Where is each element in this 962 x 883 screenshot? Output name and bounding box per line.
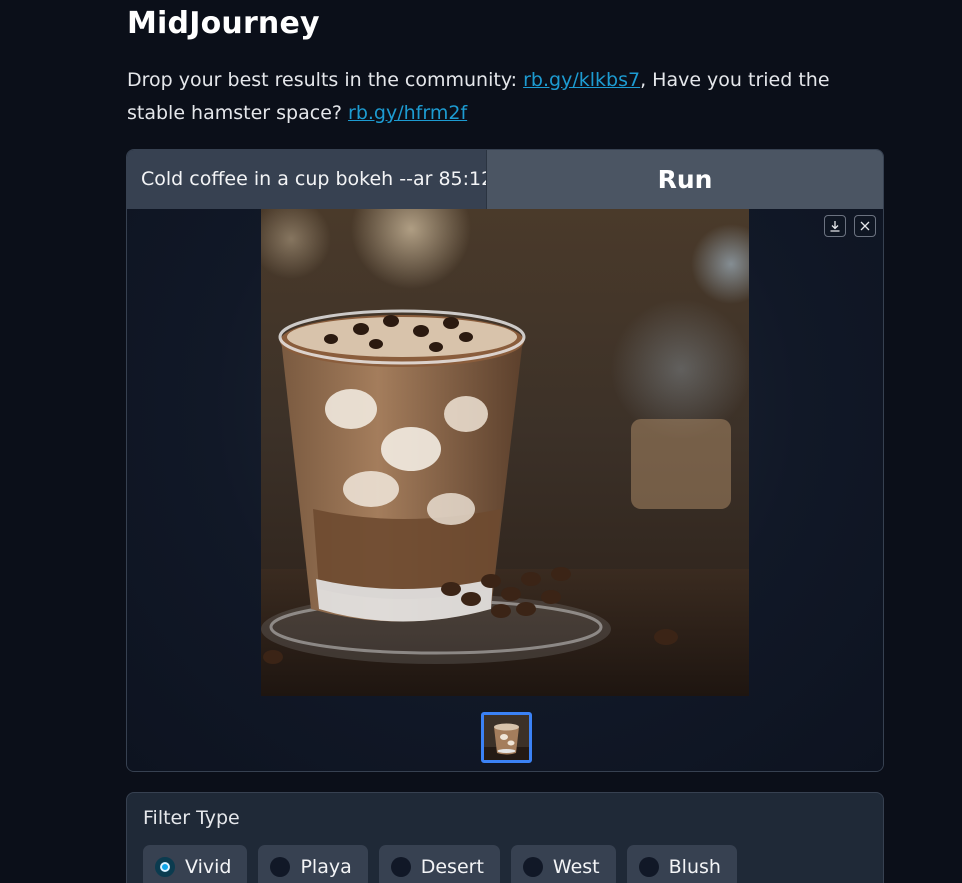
filter-option-label: Blush: [668, 856, 721, 878]
filter-option-playa[interactable]: Playa: [258, 845, 368, 883]
prompt-row: Cold coffee in a cup bokeh --ar 85:128 R…: [127, 150, 883, 209]
intro-text: Drop your best results in the community:…: [127, 64, 867, 130]
radio-icon: [390, 857, 411, 877]
filter-type-label: Filter Type: [143, 807, 240, 829]
filter-option-label: Vivid: [185, 856, 232, 878]
image-gallery: [127, 209, 883, 771]
filter-options: Vivid Playa Desert West Blush: [143, 845, 737, 883]
filter-panel: Filter Type Vivid Playa Desert West Blus…: [126, 792, 884, 883]
thumbnail-0[interactable]: [481, 712, 532, 763]
radio-icon: [638, 857, 659, 877]
close-icon[interactable]: [854, 215, 876, 237]
filter-option-vivid[interactable]: Vivid: [143, 845, 248, 883]
radio-selected-icon: [155, 857, 175, 877]
radio-icon: [270, 857, 291, 877]
filter-option-label: Playa: [300, 856, 352, 878]
filter-option-blush[interactable]: Blush: [626, 845, 737, 883]
radio-icon: [522, 857, 543, 877]
community-link[interactable]: rb.gy/klkbs7: [523, 69, 640, 91]
page-title: MidJourney: [127, 6, 320, 41]
filter-option-west[interactable]: West: [510, 845, 616, 883]
filter-option-label: Desert: [420, 856, 484, 878]
hamster-space-link[interactable]: rb.gy/hfrm2f: [348, 102, 467, 124]
run-button[interactable]: Run: [486, 150, 883, 209]
prompt-input[interactable]: Cold coffee in a cup bokeh --ar 85:128: [127, 150, 486, 209]
download-icon[interactable]: [824, 215, 846, 237]
intro-text-part-1: Drop your best results in the community:: [127, 69, 524, 91]
page: MidJourney Drop your best results in the…: [0, 0, 962, 883]
filter-option-label: West: [552, 856, 600, 878]
generation-panel: Cold coffee in a cup bokeh --ar 85:128 R…: [126, 149, 884, 772]
generated-image[interactable]: [261, 209, 749, 696]
filter-option-desert[interactable]: Desert: [378, 845, 500, 883]
